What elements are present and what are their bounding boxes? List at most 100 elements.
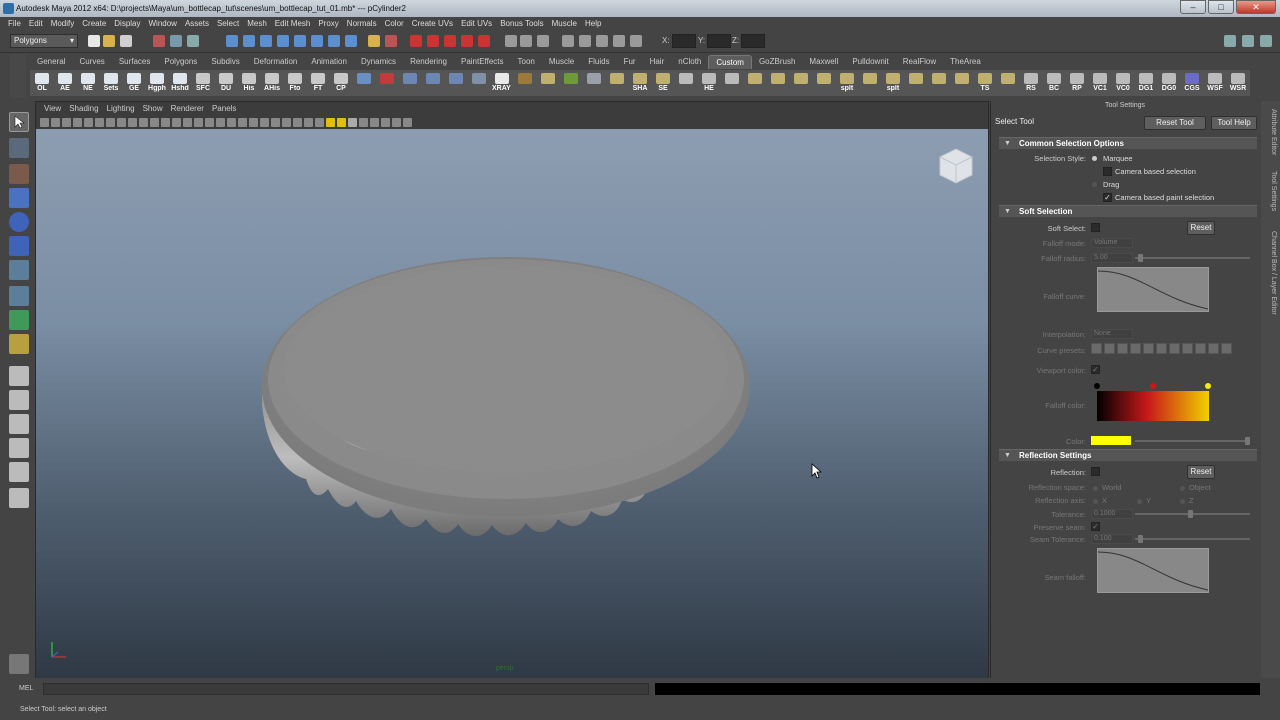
batch-render-icon[interactable] xyxy=(478,35,490,47)
shelf-tab-dynamics[interactable]: Dynamics xyxy=(354,55,403,69)
reflection-reset-button[interactable]: Reset xyxy=(1187,465,1215,479)
menu-set-dropdown[interactable]: Polygons xyxy=(10,34,78,48)
shelf-button-icon-36[interactable] xyxy=(860,72,880,96)
snap-grid-icon[interactable] xyxy=(226,35,238,47)
shelf-button-icon-28[interactable] xyxy=(676,72,696,96)
shelf-button-bc[interactable]: BC xyxy=(1044,72,1064,96)
menu-edit-mesh[interactable]: Edit Mesh xyxy=(271,17,315,31)
y-input[interactable] xyxy=(707,34,731,48)
viewport-toolbar-icon[interactable] xyxy=(150,118,159,127)
viewport-menu-renderer[interactable]: Renderer xyxy=(167,102,208,116)
shelf-tab-animation[interactable]: Animation xyxy=(304,55,354,69)
viewport-toolbar-icon[interactable] xyxy=(282,118,291,127)
shelf-button-du[interactable]: DU xyxy=(216,72,236,96)
viewport-menu-panels[interactable]: Panels xyxy=(208,102,240,116)
four-view-layout-icon[interactable] xyxy=(9,390,29,410)
shelf-button-se[interactable]: SE xyxy=(653,72,673,96)
shelf-button-sets[interactable]: Sets xyxy=(101,72,121,96)
curve-preset-button[interactable] xyxy=(1195,343,1206,354)
shelf-button-icon-34[interactable] xyxy=(814,72,834,96)
shelf-button-icon-22[interactable] xyxy=(538,72,558,96)
show-sidebar-icon[interactable] xyxy=(1224,35,1236,47)
axis-z-radio[interactable] xyxy=(1180,499,1185,504)
world-radio[interactable] xyxy=(1093,486,1098,491)
viewport-toolbar-icon[interactable] xyxy=(337,118,346,127)
shelf-button-icon-23[interactable] xyxy=(561,72,581,96)
select-component-icon[interactable] xyxy=(187,35,199,47)
shelf-button-hgph[interactable]: Hgph xyxy=(147,72,167,96)
shelf-button-icon-30[interactable] xyxy=(722,72,742,96)
shelf-button-icon-31[interactable] xyxy=(745,72,765,96)
persp-graph-layout-icon[interactable] xyxy=(9,438,29,458)
shelf-tab-subdivs[interactable]: Subdivs xyxy=(204,55,246,69)
paint-select-tool-icon[interactable] xyxy=(9,164,29,184)
tab-channel-box[interactable]: Channel Box / Layer Editor xyxy=(1263,231,1277,315)
menu-mesh[interactable]: Mesh xyxy=(243,17,271,31)
shelf-button-ae[interactable]: AE xyxy=(55,72,75,96)
viewport-toolbar-icon[interactable] xyxy=(227,118,236,127)
interpolation-dropdown[interactable]: None xyxy=(1091,329,1133,339)
shelf-tab-hair[interactable]: Hair xyxy=(643,55,672,69)
snap-point-icon[interactable] xyxy=(260,35,272,47)
history-icon[interactable] xyxy=(311,35,323,47)
mel-label[interactable]: MEL xyxy=(19,685,33,692)
viewport-toolbar-icon[interactable] xyxy=(139,118,148,127)
viewport-toolbar-icon[interactable] xyxy=(161,118,170,127)
shelf-button-xray-object[interactable]: XRAY OBJECT xyxy=(492,72,512,96)
select-tool-icon[interactable] xyxy=(9,112,29,132)
viewport-toolbar-icon[interactable] xyxy=(95,118,104,127)
shelf-button-icon-16[interactable] xyxy=(400,72,420,96)
seam-tolerance-field[interactable]: 0.100 xyxy=(1091,534,1133,544)
viewport-toolbar-icon[interactable] xyxy=(205,118,214,127)
shelf-tab-painteffects[interactable]: PaintEffects xyxy=(454,55,511,69)
show-manipulator-icon[interactable] xyxy=(9,310,29,330)
shelf-button-icon-38[interactable] xyxy=(906,72,926,96)
falloff-mode-dropdown[interactable]: Volume xyxy=(1091,238,1133,248)
viewport-toolbar-icon[interactable] xyxy=(51,118,60,127)
lasso-tool-icon[interactable] xyxy=(9,138,29,158)
last-tool-icon[interactable] xyxy=(9,334,29,354)
shelf-tab-general[interactable]: General xyxy=(30,55,72,69)
viewport-toolbar-icon[interactable] xyxy=(348,118,357,127)
make-live-icon[interactable] xyxy=(294,35,306,47)
menu-bonus-tools[interactable]: Bonus Tools xyxy=(496,17,547,31)
curve-preset-button[interactable] xyxy=(1130,343,1141,354)
viewport-toolbar-icon[interactable] xyxy=(117,118,126,127)
shelf-button-his[interactable]: His xyxy=(239,72,259,96)
select-object-icon[interactable] xyxy=(170,35,182,47)
shelf-button-vc1[interactable]: VC1 xyxy=(1090,72,1110,96)
viewport-toolbar-icon[interactable] xyxy=(315,118,324,127)
shelf-button-dg1[interactable]: DG1 xyxy=(1136,72,1156,96)
shelf-button-vc0[interactable]: VC0 xyxy=(1113,72,1133,96)
soft-reset-button[interactable]: Reset xyxy=(1187,221,1215,235)
ramp-handle-black[interactable] xyxy=(1094,383,1100,389)
snap-view-plane-icon[interactable] xyxy=(277,35,289,47)
shelf-button-dg0[interactable]: DG0 xyxy=(1159,72,1179,96)
tab-attribute-editor[interactable]: Attribute Editor xyxy=(1263,109,1277,155)
reflection-checkbox[interactable] xyxy=(1091,467,1100,476)
save-scene-icon[interactable] xyxy=(120,35,132,47)
tolerance-field[interactable]: 0.1000 xyxy=(1091,509,1133,519)
rotate-tool-icon[interactable] xyxy=(9,212,29,232)
persp-hypershade-layout-icon[interactable] xyxy=(9,462,29,482)
curve-preset-button[interactable] xyxy=(1221,343,1232,354)
curve-preset-button[interactable] xyxy=(1182,343,1193,354)
viewport-toolbar-icon[interactable] xyxy=(84,118,93,127)
shelf-button-rs[interactable]: RS xyxy=(1021,72,1041,96)
viewport-toolbar-icon[interactable] xyxy=(370,118,379,127)
curve-preset-button[interactable] xyxy=(1156,343,1167,354)
hypershade-icon[interactable] xyxy=(444,35,456,47)
viewport-color-checkbox[interactable]: ✓ xyxy=(1091,365,1100,374)
menu-assets[interactable]: Assets xyxy=(181,17,213,31)
toggle-layout-icon[interactable] xyxy=(520,35,532,47)
color-swatch[interactable] xyxy=(1091,436,1131,445)
seam-tolerance-slider[interactable] xyxy=(1135,535,1250,543)
viewport-toolbar-icon[interactable] xyxy=(392,118,401,127)
shelf-button-ol[interactable]: OL xyxy=(32,72,52,96)
menu-normals[interactable]: Normals xyxy=(343,17,381,31)
layer-editor-icon[interactable] xyxy=(630,35,642,47)
reflection-settings-section[interactable]: Reflection Settings xyxy=(999,449,1257,462)
viewport-toolbar-icon[interactable] xyxy=(216,118,225,127)
perspective-viewport[interactable]: persp xyxy=(36,129,988,678)
viewport-toolbar-icon[interactable] xyxy=(194,118,203,127)
